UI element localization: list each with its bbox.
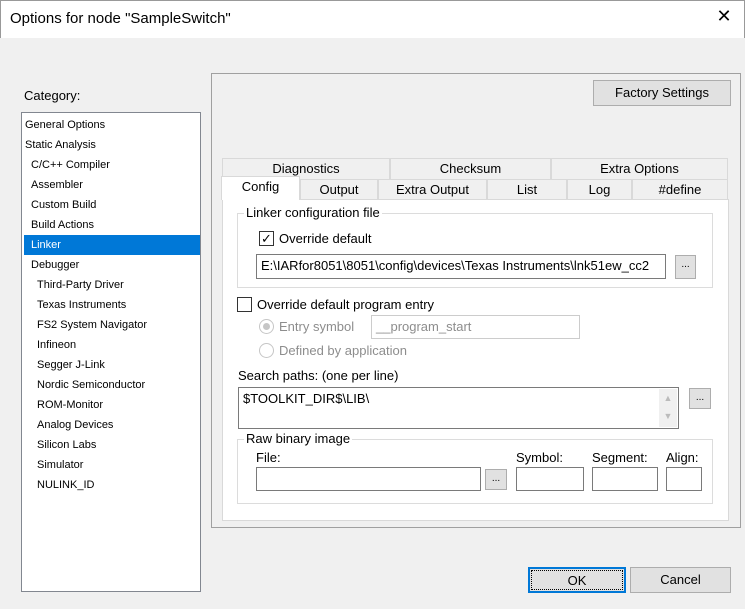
category-label: Category:	[24, 88, 81, 103]
category-item-texas-instruments[interactable]: Texas Instruments	[24, 295, 200, 315]
raw-segment-input[interactable]	[592, 467, 658, 491]
category-item-custom-build[interactable]: Custom Build	[24, 195, 200, 215]
category-item-assembler[interactable]: Assembler	[24, 175, 200, 195]
category-item-silicon-labs[interactable]: Silicon Labs	[24, 435, 200, 455]
align-label: Align:	[666, 450, 699, 465]
category-item-rom-monitor[interactable]: ROM-Monitor	[24, 395, 200, 415]
category-item-infineon[interactable]: Infineon	[24, 335, 200, 355]
category-item-linker[interactable]: Linker	[24, 235, 200, 255]
category-item-analog-devices[interactable]: Analog Devices	[24, 415, 200, 435]
symbol-label: Symbol:	[516, 450, 563, 465]
cancel-button[interactable]: Cancel	[630, 567, 731, 593]
defined-by-application-label: Defined by application	[279, 343, 407, 358]
category-item-simulator[interactable]: Simulator	[24, 455, 200, 475]
file-label: File:	[256, 450, 281, 465]
ok-button[interactable]: OK	[528, 567, 626, 593]
search-paths-browse-button[interactable]: ...	[689, 388, 711, 409]
window-title: Options for node "SampleSwitch"	[10, 10, 231, 27]
category-item-debugger[interactable]: Debugger	[24, 255, 200, 275]
search-paths-label: Search paths: (one per line)	[238, 368, 399, 383]
tab-extra-output[interactable]: Extra Output	[378, 179, 487, 200]
category-item-segger-j-link[interactable]: Segger J-Link	[24, 355, 200, 375]
override-default-checkbox[interactable]: ✓	[259, 231, 274, 246]
config-file-path-input[interactable]: E:\IARfor8051\8051\config\devices\Texas …	[256, 254, 666, 279]
config-file-browse-button[interactable]: ...	[675, 255, 696, 279]
linker-config-group-label: Linker configuration file	[244, 205, 382, 220]
tab-config[interactable]: Config	[221, 176, 300, 200]
tab-checksum[interactable]: Checksum	[390, 158, 551, 179]
raw-file-browse-button[interactable]: ...	[485, 469, 507, 490]
segment-label: Segment:	[592, 450, 648, 465]
category-item-nordic-semiconductor[interactable]: Nordic Semiconductor	[24, 375, 200, 395]
factory-settings-button[interactable]: Factory Settings	[593, 80, 731, 106]
override-default-label: Override default	[279, 231, 372, 246]
tab-extra-options[interactable]: Extra Options	[551, 158, 728, 179]
tab-output[interactable]: Output	[300, 179, 378, 200]
override-entry-checkbox[interactable]	[237, 297, 252, 312]
raw-symbol-input[interactable]	[516, 467, 584, 491]
entry-symbol-label: Entry symbol	[279, 319, 355, 334]
raw-align-input[interactable]	[666, 467, 702, 491]
entry-symbol-radio[interactable]	[259, 319, 274, 334]
override-entry-label: Override default program entry	[257, 297, 435, 312]
search-paths-textarea[interactable]: $TOOLKIT_DIR$\LIB\	[238, 387, 679, 429]
category-item-c-c-compiler[interactable]: C/C++ Compiler	[24, 155, 200, 175]
category-item-nulink-id[interactable]: NULINK_ID	[24, 475, 200, 495]
category-item-fs2-system-navigator[interactable]: FS2 System Navigator	[24, 315, 200, 335]
category-item-third-party-driver[interactable]: Third-Party Driver	[24, 275, 200, 295]
category-list[interactable]: General Options Static Analysis C/C++ Comp…	[21, 112, 201, 592]
tab-define[interactable]: #define	[632, 179, 728, 200]
raw-file-input[interactable]	[256, 467, 481, 491]
close-icon[interactable]: ✕	[712, 6, 736, 27]
entry-symbol-input[interactable]: __program_start	[371, 315, 580, 339]
tab-log[interactable]: Log	[567, 179, 632, 200]
category-item-general-options[interactable]: General Options	[24, 115, 200, 135]
defined-by-application-radio[interactable]	[259, 343, 274, 358]
raw-binary-group-label: Raw binary image	[244, 431, 353, 446]
category-item-build-actions[interactable]: Build Actions	[24, 215, 200, 235]
tab-list[interactable]: List	[487, 179, 567, 200]
search-paths-scrollbar[interactable]: ▲ ▼	[659, 389, 677, 427]
category-item-static-analysis[interactable]: Static Analysis	[24, 135, 200, 155]
